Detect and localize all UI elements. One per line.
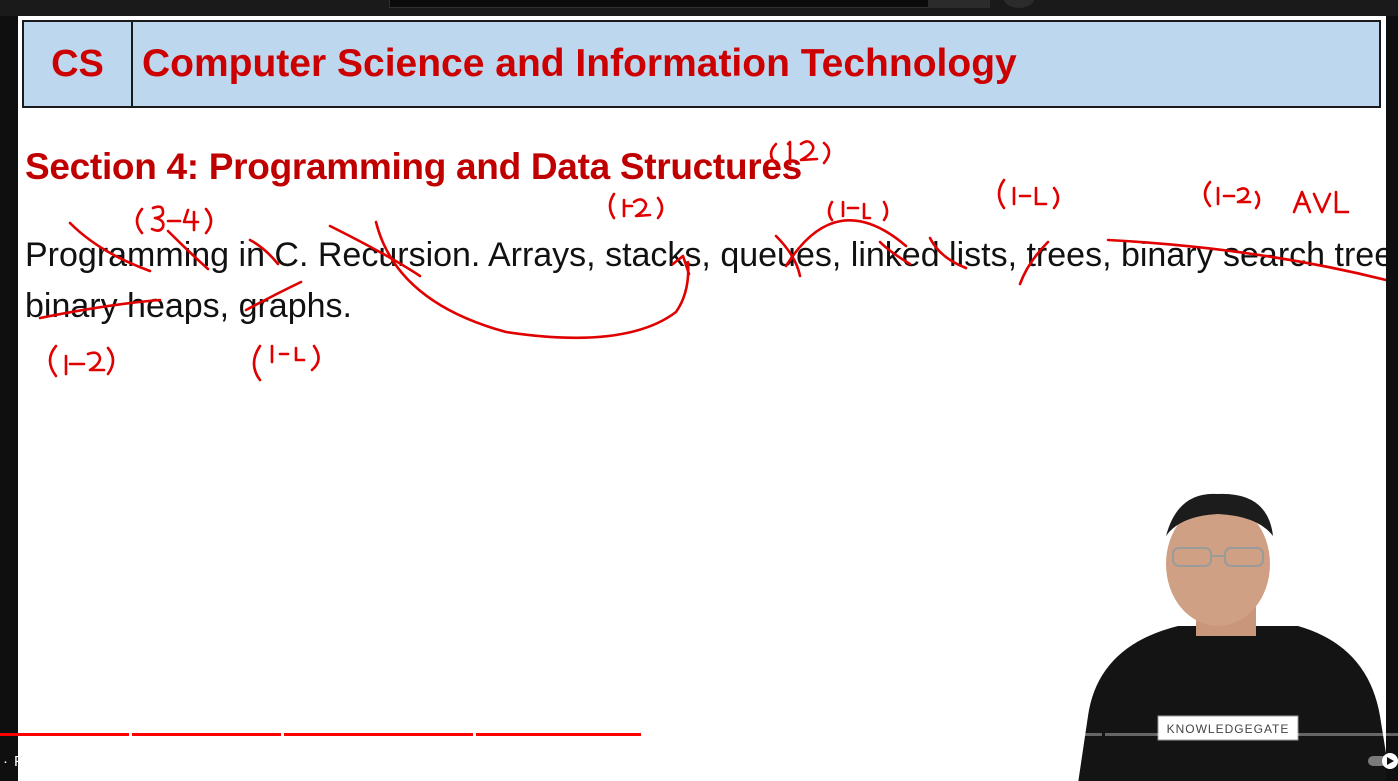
chapter-segment[interactable]	[0, 733, 129, 736]
chevron-right-icon: ›	[249, 751, 256, 770]
chapter-title-button[interactable]: · Programming and Data Structures ›	[0, 749, 255, 773]
search-box[interactable]	[389, 0, 929, 8]
chapter-segment[interactable]	[284, 733, 473, 736]
search-button[interactable]	[928, 0, 990, 8]
lecture-slide: CS Computer Science and Information Tech…	[18, 16, 1386, 781]
section-title: Section 4: Programming and Data Structur…	[25, 146, 802, 187]
chapter-segment[interactable]	[476, 733, 641, 736]
syllabus-line-1: Programming in C. Recursion. Arrays, sta…	[25, 236, 1386, 274]
chapter-segment[interactable]	[773, 733, 882, 736]
autoplay-toggle-icon[interactable]	[1368, 752, 1398, 770]
subject-code: CS	[24, 22, 133, 106]
video-progress-bar[interactable]	[0, 733, 1398, 736]
syllabus-text: Programming in C. Recursion. Arrays, sta…	[25, 230, 1386, 332]
chapter-title: Programming and Data Structures	[14, 752, 242, 770]
subject-title: Computer Science and Information Technol…	[142, 42, 1017, 85]
chapter-segment[interactable]	[1105, 733, 1270, 736]
presenter-video: KNOWLEDGEGATE	[1078, 493, 1386, 781]
subject-header: CS Computer Science and Information Tech…	[22, 20, 1381, 108]
syllabus-line-2: binary heaps, graphs.	[25, 287, 352, 325]
youtube-top-bar	[0, 0, 1398, 16]
chapter-separator: ·	[3, 752, 8, 770]
chapter-segment[interactable]	[644, 733, 770, 736]
chapter-segment[interactable]	[885, 733, 1001, 736]
microphone-icon[interactable]	[1003, 0, 1035, 8]
chapter-segment[interactable]	[132, 733, 281, 736]
chapter-segment[interactable]	[1273, 733, 1398, 736]
chapter-segment[interactable]	[1004, 733, 1102, 736]
